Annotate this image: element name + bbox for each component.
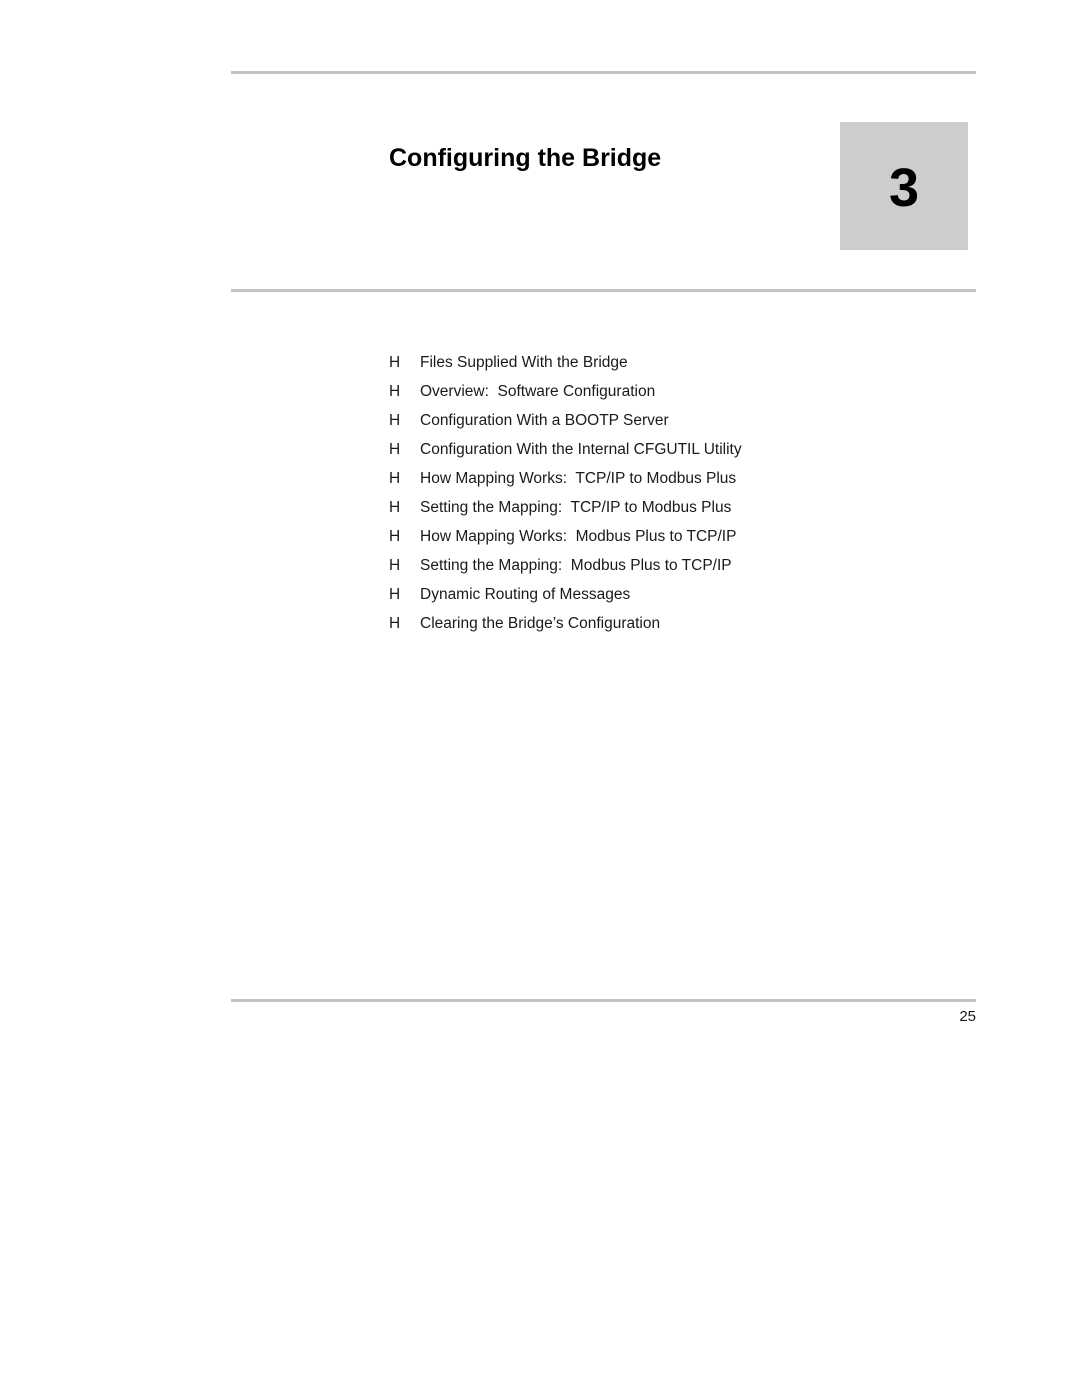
list-item-label: How Mapping Works: Modbus Plus to TCP/IP xyxy=(420,528,737,545)
chapter-number-box: 3 xyxy=(840,122,968,250)
bullet-icon: H xyxy=(389,412,401,429)
list-item: H Files Supplied With the Bridge xyxy=(389,348,949,377)
list-item-label: Configuration With the Internal CFGUTIL … xyxy=(420,441,742,458)
list-item: H Configuration With a BOOTP Server xyxy=(389,406,949,435)
list-item: H Setting the Mapping: TCP/IP to Modbus … xyxy=(389,493,949,522)
list-item: H Configuration With the Internal CFGUTI… xyxy=(389,435,949,464)
chapter-title: Configuring the Bridge xyxy=(389,144,662,172)
list-item: H How Mapping Works: Modbus Plus to TCP/… xyxy=(389,522,949,551)
list-item-label: Setting the Mapping: TCP/IP to Modbus Pl… xyxy=(420,499,732,516)
list-item-label: How Mapping Works: TCP/IP to Modbus Plus xyxy=(420,470,737,487)
chapter-contents-list: H Files Supplied With the Bridge H Overv… xyxy=(389,348,949,638)
chapter-number: 3 xyxy=(888,158,920,218)
header-divider-top xyxy=(231,71,976,74)
bullet-icon: H xyxy=(389,383,401,400)
list-item: H Dynamic Routing of Messages xyxy=(389,580,949,609)
list-item-label: Clearing the Bridge’s Configuration xyxy=(420,615,661,632)
header-divider-bottom xyxy=(231,289,976,292)
list-item: H Clearing the Bridge’s Configuration xyxy=(389,609,949,638)
bullet-icon: H xyxy=(389,499,401,516)
footer-divider xyxy=(231,999,976,1002)
bullet-icon: H xyxy=(389,354,401,371)
list-item-label: Dynamic Routing of Messages xyxy=(420,586,631,603)
bullet-icon: H xyxy=(389,470,401,487)
bullet-icon: H xyxy=(389,615,401,632)
list-item-label: Files Supplied With the Bridge xyxy=(420,354,628,371)
list-item-label: Configuration With a BOOTP Server xyxy=(420,412,669,429)
bullet-icon: H xyxy=(389,528,401,545)
list-item: H Overview: Software Configuration xyxy=(389,377,949,406)
list-item: H Setting the Mapping: Modbus Plus to TC… xyxy=(389,551,949,580)
bullet-icon: H xyxy=(389,557,401,574)
bullet-icon: H xyxy=(389,586,401,603)
list-item-label: Overview: Software Configuration xyxy=(420,383,656,400)
page-number: 25 xyxy=(959,1008,976,1025)
list-item: H How Mapping Works: TCP/IP to Modbus Pl… xyxy=(389,464,949,493)
list-item-label: Setting the Mapping: Modbus Plus to TCP/… xyxy=(420,557,732,574)
bullet-icon: H xyxy=(389,441,401,458)
document-page: Configuring the Bridge 3 H Files Supplie… xyxy=(0,0,1080,1397)
